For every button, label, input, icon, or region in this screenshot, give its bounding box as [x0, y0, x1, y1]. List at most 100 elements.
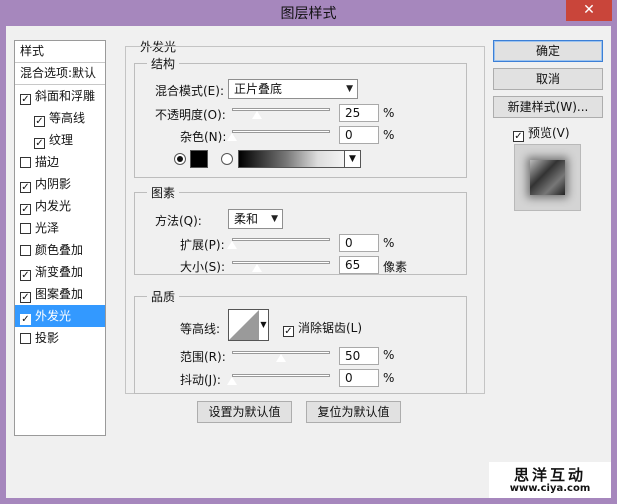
- cancel-button[interactable]: 取消: [493, 68, 603, 90]
- range-unit: %: [383, 348, 395, 362]
- noise-unit: %: [383, 128, 395, 142]
- watermark: 思洋互动 www.ciya.com: [489, 462, 611, 498]
- preview-checkbox[interactable]: ✓ 预览(V): [513, 124, 570, 142]
- solid-color-radio[interactable]: [174, 153, 186, 165]
- chevron-down-icon: ▼: [346, 84, 353, 94]
- spread-slider-handle[interactable]: [226, 240, 238, 250]
- size-slider-handle[interactable]: [251, 263, 264, 273]
- checkbox-icon[interactable]: ✓: [20, 182, 31, 193]
- checkbox-icon[interactable]: ✓: [20, 292, 31, 303]
- new-style-button[interactable]: 新建样式(W)...: [493, 96, 603, 118]
- chevron-down-icon: ▼: [271, 214, 278, 224]
- effect-item[interactable]: 描边: [15, 151, 105, 173]
- ok-button[interactable]: 确定: [493, 40, 603, 62]
- quality-title: 品质: [147, 288, 180, 305]
- gradient-picker[interactable]: [238, 150, 345, 168]
- opacity-label: 不透明度(O):: [155, 108, 226, 122]
- effect-item-label: 外发光: [35, 309, 72, 323]
- range-slider-handle[interactable]: [275, 353, 287, 363]
- watermark-brand: 思洋互动: [513, 466, 586, 484]
- styles-header[interactable]: 样式: [15, 41, 105, 63]
- effect-item-label: 内阴影: [35, 177, 72, 191]
- preview-label: 预览(V): [528, 126, 570, 140]
- spread-unit: %: [383, 236, 395, 250]
- effect-item-label: 投影: [35, 331, 60, 345]
- spread-slider[interactable]: [232, 238, 330, 241]
- elements-title: 图素: [147, 184, 180, 201]
- jitter-slider[interactable]: [232, 374, 330, 377]
- effect-item-label: 纹理: [49, 133, 74, 147]
- range-label: 范围(R):: [180, 350, 226, 364]
- effect-item[interactable]: ✓ 斜面和浮雕: [15, 85, 105, 107]
- style-preview-thumbnail: [514, 144, 581, 211]
- structure-title: 结构: [147, 55, 180, 72]
- preview-square: [530, 160, 565, 195]
- jitter-input[interactable]: 0: [339, 369, 379, 387]
- styles-list: 样式 混合选项:默认 ✓ 斜面和浮雕 ✓ 等高线 ✓ 纹理描边 ✓ 内阴影 ✓ 内发光光泽颜色叠加…: [14, 40, 106, 436]
- effect-item-label: 描边: [35, 155, 60, 169]
- blend-options-item[interactable]: 混合选项:默认: [15, 63, 105, 85]
- noise-input[interactable]: 0: [339, 126, 379, 144]
- checkbox-icon[interactable]: [20, 333, 31, 344]
- jitter-label: 抖动(J):: [180, 373, 221, 387]
- reset-default-button[interactable]: 复位为默认值: [306, 401, 401, 423]
- effect-item[interactable]: ✓ 渐变叠加: [15, 261, 105, 283]
- opacity-input[interactable]: 25: [339, 104, 379, 122]
- gradient-radio[interactable]: [221, 153, 233, 165]
- close-button[interactable]: ✕: [566, 0, 612, 21]
- make-default-button[interactable]: 设置为默认值: [197, 401, 292, 423]
- size-slider[interactable]: [232, 261, 330, 264]
- effect-item-label: 渐变叠加: [35, 265, 84, 279]
- effect-item[interactable]: 光泽: [15, 217, 105, 239]
- effect-item-label: 光泽: [35, 221, 60, 235]
- effect-item-label: 等高线: [49, 111, 86, 125]
- jitter-unit: %: [383, 371, 395, 385]
- checkbox-icon[interactable]: ✓: [20, 270, 31, 281]
- checkbox-icon[interactable]: [20, 157, 31, 168]
- effect-item[interactable]: 颜色叠加: [15, 239, 105, 261]
- noise-slider[interactable]: [232, 130, 330, 133]
- range-input[interactable]: 50: [339, 347, 379, 365]
- noise-label: 杂色(N):: [180, 130, 227, 144]
- size-unit: 像素: [383, 260, 408, 274]
- checkbox-icon[interactable]: ✓: [20, 204, 31, 215]
- contour-dropdown-icon[interactable]: ▼: [259, 309, 269, 341]
- effect-item[interactable]: ✓ 纹理: [15, 129, 105, 151]
- effect-item[interactable]: ✓ 外发光: [15, 305, 105, 327]
- checkbox-icon: ✓: [513, 131, 524, 142]
- size-input[interactable]: 65: [339, 256, 379, 274]
- technique-label: 方法(Q):: [155, 214, 202, 228]
- effect-item[interactable]: ✓ 图案叠加: [15, 283, 105, 305]
- title-bar[interactable]: 图层样式 ✕: [0, 0, 617, 26]
- checkbox-icon: ✓: [283, 326, 294, 337]
- checkbox-icon[interactable]: ✓: [34, 116, 45, 127]
- technique-select[interactable]: 柔和 ▼: [228, 209, 283, 229]
- glow-color-swatch[interactable]: [190, 150, 208, 168]
- anti-alias-label: 消除锯齿(L): [298, 321, 363, 335]
- technique-value: 柔和: [234, 212, 259, 226]
- opacity-slider-handle[interactable]: [250, 110, 263, 120]
- jitter-slider-handle[interactable]: [226, 376, 238, 386]
- checkbox-icon[interactable]: ✓: [20, 314, 31, 325]
- checkbox-icon[interactable]: ✓: [34, 138, 45, 149]
- checkbox-icon[interactable]: [20, 223, 31, 234]
- checkbox-icon[interactable]: [20, 245, 31, 256]
- contour-label: 等高线:: [180, 322, 221, 336]
- spread-label: 扩展(P):: [180, 238, 225, 252]
- effect-item-label: 斜面和浮雕: [35, 89, 96, 103]
- blend-mode-select[interactable]: 正片叠底 ▼: [228, 79, 358, 99]
- effect-item[interactable]: 投影: [15, 327, 105, 349]
- contour-curve-icon: [229, 310, 259, 340]
- effect-item[interactable]: ✓ 等高线: [15, 107, 105, 129]
- window-title: 图层样式: [280, 6, 337, 22]
- gradient-dropdown-icon[interactable]: ▼: [344, 150, 361, 168]
- spread-input[interactable]: 0: [339, 234, 379, 252]
- noise-slider-handle[interactable]: [226, 132, 238, 142]
- blend-mode-value: 正片叠底: [234, 82, 283, 96]
- checkbox-icon[interactable]: ✓: [20, 94, 31, 105]
- opacity-slider[interactable]: [232, 108, 330, 111]
- contour-preview[interactable]: [228, 309, 260, 341]
- effect-item[interactable]: ✓ 内发光: [15, 195, 105, 217]
- effect-item[interactable]: ✓ 内阴影: [15, 173, 105, 195]
- anti-alias-checkbox[interactable]: ✓ 消除锯齿(L): [283, 319, 362, 337]
